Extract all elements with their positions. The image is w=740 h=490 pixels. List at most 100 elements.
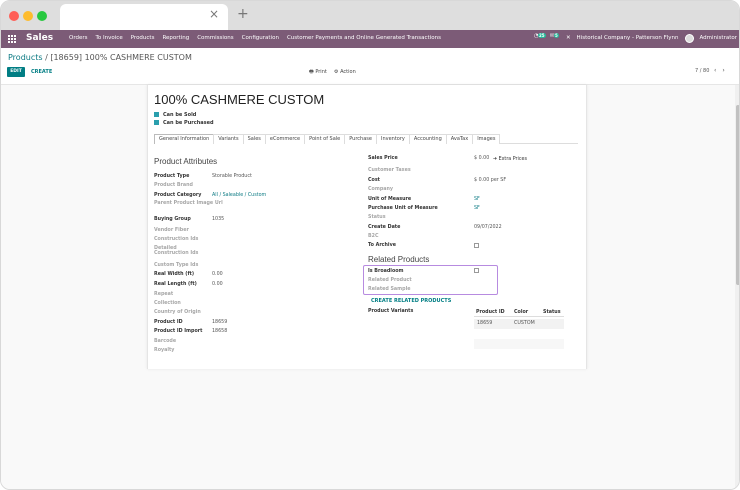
tab-avatax[interactable]: AvaTax [445,134,474,144]
scrollbar-thumb[interactable] [736,105,739,285]
print-menu[interactable]: 🖶 Print [309,69,327,77]
pager-value[interactable]: 7 / 80 [695,68,709,74]
field-label-parent-product-image-url: Parent Product Image Url [154,201,223,206]
company-switcher[interactable]: Historical Company - Patterson Flynn [577,35,679,41]
edit-button[interactable]: EDIT [7,67,25,77]
sales-price-label: Sales Price [368,156,398,161]
scrollbar[interactable] [735,85,739,489]
field-value-real-width-ft[interactable]: 0.00 [212,272,223,277]
browser-tab[interactable] [60,4,228,30]
close-tab-icon[interactable]: × [209,8,219,20]
menu-configuration[interactable]: Configuration [242,35,279,41]
extra-prices-label: Extra Prices [498,157,527,162]
activity-badge: 25 [537,33,546,38]
related-sample-label: Related Sample [368,287,411,292]
field-label-custom-type-ids: Custom Type Ids [154,263,199,268]
create-related-products-button[interactable]: CREATE RELATED PRODUCTS [371,298,451,304]
field-label-b2c: B2C [368,234,379,239]
tab-accounting[interactable]: Accounting [408,134,447,144]
menu-commissions[interactable]: Commissions [197,35,233,41]
tab-images[interactable]: Images [472,134,501,144]
field-label-product-id: Product ID [154,320,183,325]
field-value-unit-of-measure[interactable]: SF [474,197,480,202]
field-value-purchase-unit-of-measure[interactable]: SF [474,206,480,211]
field-label-product-id-import: Product ID Import [154,329,203,334]
field-label-vendor-fiber: Vendor Fiber [154,228,189,233]
breadcrumb-products[interactable]: Products [8,53,43,62]
can-be-purchased-label: Can be Purchased [163,120,214,126]
app-name[interactable]: Sales [26,33,53,43]
action-menu[interactable]: ⚙ Action [334,69,356,75]
gear-icon: ⚙ [334,69,339,75]
field-value-cost[interactable]: $ 0.00 per SF [474,178,506,183]
browser-window: × + Sales Orders To Invoice Products Rep… [0,0,740,490]
form-tabs: General Information Variants Sales eComm… [154,134,578,144]
close-window-icon[interactable] [9,11,19,21]
action-label: Action [340,69,356,75]
pager-buttons: ‹› [714,67,731,74]
menu-orders[interactable]: Orders [69,35,88,41]
apps-grid-icon[interactable] [8,35,16,43]
related-product-label: Related Product [368,278,412,283]
tab-general-information[interactable]: General Information [154,134,215,144]
tab-inventory[interactable]: Inventory [375,134,410,144]
pager-next-icon[interactable]: › [722,67,730,74]
browser-chrome: × + [1,1,739,30]
variant-cell-product-id: 18659 [477,321,493,326]
can-be-sold-label: Can be Sold [163,112,197,118]
sales-price-value[interactable]: $ 0.00 [474,156,489,161]
field-label-detailed-construction-ids: Detailed Construction Ids [154,246,199,256]
extra-prices-link[interactable]: ➜ Extra Prices [493,157,527,162]
variant-header-product-id[interactable]: Product ID [476,310,505,315]
maximize-window-icon[interactable] [37,11,47,21]
new-tab-icon[interactable]: + [237,7,249,21]
product-variants-label: Product Variants [368,309,414,314]
avatar[interactable] [684,33,694,43]
field-label-cost: Cost [368,178,380,183]
debug-tools-icon[interactable]: ✕ [566,35,571,41]
field-label-barcode: Barcode [154,339,177,344]
can-be-purchased-checkbox[interactable] [154,120,159,125]
to-archive-checkbox[interactable] [474,243,479,248]
variant-header-color[interactable]: Color [514,310,528,315]
user-menu[interactable]: Administrator [700,35,738,41]
tab-variants[interactable]: Variants [213,134,244,144]
field-value-product-id-import[interactable]: 18658 [212,329,227,334]
field-value-buying-group[interactable]: 1035 [212,217,224,222]
field-label-create-date: Create Date [368,225,401,230]
variant-header-divider [474,316,564,317]
activity-icon[interactable]: ◔ 25 [534,33,546,43]
field-label-real-width-ft: Real Width (ft) [154,272,195,277]
field-value-product-type[interactable]: Storable Product [212,174,252,179]
field-value-create-date[interactable]: 09/07/2022 [474,225,502,230]
field-label-product-brand: Product Brand [154,183,193,188]
create-button[interactable]: CREATE [31,69,52,75]
field-label-construction-ids: Construction Ids [154,237,199,242]
product-title[interactable]: 100% CASHMERE CUSTOM [154,92,324,107]
arrow-right-icon: ➜ [493,157,498,162]
print-icon: 🖶 [309,69,314,75]
tab-ecommerce[interactable]: eCommerce [264,134,306,144]
is-broadloom-checkbox[interactable] [474,268,479,273]
menu-reporting[interactable]: Reporting [162,35,189,41]
tab-point-of-sale[interactable]: Point of Sale [304,134,346,144]
field-label-real-length-ft: Real Length (ft) [154,282,197,287]
field-label-unit-of-measure: Unit of Measure [368,197,412,202]
field-value-product-category[interactable]: All / Saleable / Custom [212,193,266,198]
field-value-product-id[interactable]: 18659 [212,320,227,325]
breadcrumb: Products / [18659] 100% CASHMERE CUSTOM [8,53,192,62]
field-value-real-length-ft[interactable]: 0.00 [212,282,223,287]
variant-header-status[interactable]: Status [543,310,561,315]
menu-to-invoice[interactable]: To Invoice [96,35,123,41]
main-menu: Orders To Invoice Products Reporting Com… [69,35,449,41]
tab-purchase[interactable]: Purchase [344,134,377,144]
menu-customer-payments[interactable]: Customer Payments and Online Generated T… [287,35,441,41]
can-be-sold-checkbox[interactable] [154,112,159,117]
minimize-window-icon[interactable] [23,11,33,21]
product-attributes-title: Product Attributes [154,157,218,166]
field-label-customer-taxes: Customer Taxes [368,168,411,173]
menu-products[interactable]: Products [131,35,155,41]
messages-icon[interactable]: ✉ 5 [550,33,560,43]
tab-sales[interactable]: Sales [242,134,266,144]
variant-cell-color: CUSTOM [514,321,535,326]
